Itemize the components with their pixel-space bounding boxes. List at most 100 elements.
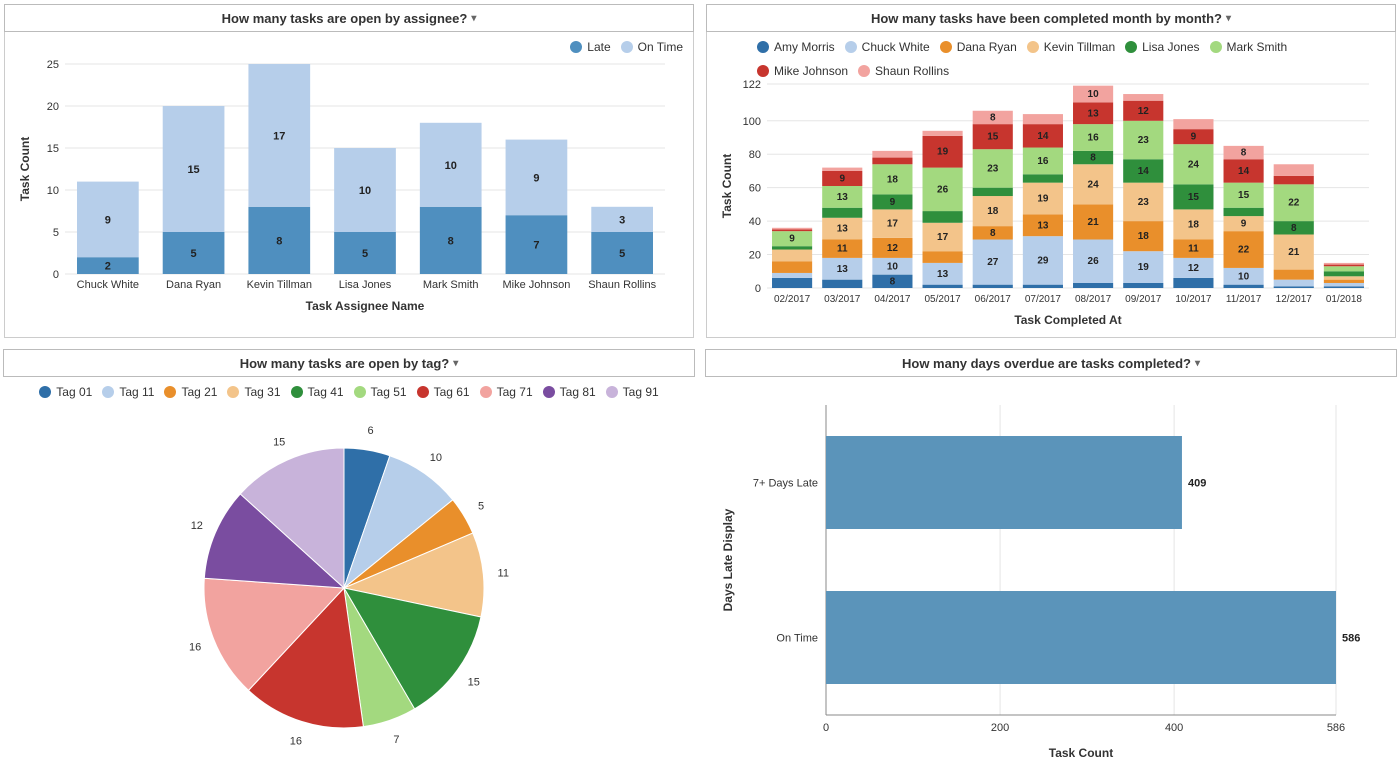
svg-text:8: 8 bbox=[1291, 223, 1297, 234]
svg-text:7+ Days Late: 7+ Days Late bbox=[753, 478, 818, 490]
legend-label: Tag 61 bbox=[434, 385, 470, 399]
svg-text:200: 200 bbox=[991, 722, 1009, 734]
legend-swatch-icon bbox=[1125, 41, 1137, 53]
svg-text:19: 19 bbox=[1138, 262, 1150, 273]
svg-text:13: 13 bbox=[837, 264, 849, 275]
svg-text:8: 8 bbox=[890, 276, 896, 287]
legend-item[interactable]: Amy Morris bbox=[757, 40, 835, 54]
svg-text:11/2017: 11/2017 bbox=[1226, 294, 1262, 305]
svg-text:0: 0 bbox=[53, 269, 59, 281]
legend-item[interactable]: Late bbox=[570, 40, 610, 54]
legend-item[interactable]: Dana Ryan bbox=[940, 40, 1017, 54]
panel-open-by-tag-header[interactable]: How many tasks are open by tag? ▾ bbox=[3, 349, 695, 377]
svg-text:100: 100 bbox=[743, 116, 761, 128]
panel-days-overdue-title: How many days overdue are tasks complete… bbox=[902, 356, 1191, 371]
legend-item[interactable]: Tag 71 bbox=[480, 385, 533, 399]
svg-text:15: 15 bbox=[1238, 190, 1250, 201]
svg-text:5: 5 bbox=[362, 248, 368, 260]
panel-open-by-assignee: How many tasks are open by assignee? ▾ L… bbox=[4, 4, 694, 338]
svg-text:12: 12 bbox=[191, 520, 203, 532]
svg-text:18: 18 bbox=[887, 174, 899, 185]
legend-label: Tag 91 bbox=[623, 385, 659, 399]
svg-text:11: 11 bbox=[837, 244, 848, 255]
legend-item[interactable]: Tag 91 bbox=[606, 385, 659, 399]
svg-text:7: 7 bbox=[533, 240, 539, 252]
svg-text:23: 23 bbox=[1138, 135, 1150, 146]
legend-label: Tag 11 bbox=[119, 385, 154, 399]
legend-item[interactable]: Tag 21 bbox=[164, 385, 217, 399]
svg-text:19: 19 bbox=[1037, 194, 1049, 205]
svg-text:24: 24 bbox=[1188, 159, 1200, 170]
svg-text:09/2017: 09/2017 bbox=[1125, 294, 1162, 305]
legend-item[interactable]: Tag 11 bbox=[102, 385, 154, 399]
legend-label: Chuck White bbox=[862, 40, 930, 54]
svg-text:Lisa Jones: Lisa Jones bbox=[339, 279, 392, 291]
svg-text:12: 12 bbox=[887, 243, 899, 254]
svg-text:Mike Johnson: Mike Johnson bbox=[502, 279, 570, 291]
svg-text:60: 60 bbox=[749, 183, 761, 195]
legend-item[interactable]: Chuck White bbox=[845, 40, 930, 54]
legend-item[interactable]: Tag 01 bbox=[39, 385, 92, 399]
legend-swatch-icon bbox=[543, 386, 555, 398]
legend-swatch-icon bbox=[102, 386, 114, 398]
legend-swatch-icon bbox=[621, 41, 633, 53]
legend-item[interactable]: Shaun Rollins bbox=[858, 64, 949, 78]
panel-open-by-tag: How many tasks are open by tag? ▾ Tag 01… bbox=[4, 350, 694, 774]
legend-swatch-icon bbox=[417, 386, 429, 398]
legend-item[interactable]: Mark Smith bbox=[1210, 40, 1288, 54]
legend-label: Tag 21 bbox=[181, 385, 217, 399]
svg-text:10: 10 bbox=[445, 160, 457, 172]
svg-text:24: 24 bbox=[1088, 179, 1100, 190]
svg-text:16: 16 bbox=[1037, 156, 1049, 167]
svg-text:8: 8 bbox=[448, 235, 454, 247]
svg-text:17: 17 bbox=[887, 219, 899, 230]
legend-item[interactable]: Kevin Tillman bbox=[1027, 40, 1115, 54]
legend-item[interactable]: Tag 61 bbox=[417, 385, 470, 399]
svg-text:14: 14 bbox=[1037, 131, 1049, 142]
panel-open-by-assignee-title: How many tasks are open by assignee? bbox=[222, 11, 468, 26]
svg-text:10: 10 bbox=[887, 261, 899, 272]
panel-days-overdue: How many days overdue are tasks complete… bbox=[706, 350, 1396, 774]
panel-open-by-tag-title: How many tasks are open by tag? bbox=[240, 356, 450, 371]
legend-swatch-icon bbox=[39, 386, 51, 398]
legend-item[interactable]: Tag 81 bbox=[543, 385, 596, 399]
legend-item[interactable]: Lisa Jones bbox=[1125, 40, 1199, 54]
legend-swatch-icon bbox=[606, 386, 618, 398]
legend-swatch-icon bbox=[1027, 41, 1039, 53]
panel-completed-by-month-header[interactable]: How many tasks have been completed month… bbox=[706, 4, 1396, 32]
svg-text:Task Completed At: Task Completed At bbox=[1014, 313, 1121, 327]
legend-item[interactable]: Tag 31 bbox=[227, 385, 280, 399]
legend-label: Tag 81 bbox=[560, 385, 596, 399]
chart-open-by-assignee: 0510152025Task Count29Chuck White515Dana… bbox=[15, 54, 675, 314]
legend-swatch-icon bbox=[757, 41, 769, 53]
svg-text:Chuck White: Chuck White bbox=[77, 279, 139, 291]
legend-item[interactable]: On Time bbox=[621, 40, 683, 54]
svg-text:23: 23 bbox=[1138, 197, 1150, 208]
svg-text:122: 122 bbox=[743, 79, 761, 91]
svg-text:14: 14 bbox=[1238, 166, 1250, 177]
svg-text:9: 9 bbox=[789, 234, 795, 245]
svg-text:18: 18 bbox=[1188, 219, 1200, 230]
legend-label: Kevin Tillman bbox=[1044, 40, 1115, 54]
legend-item[interactable]: Tag 51 bbox=[354, 385, 407, 399]
panel-days-overdue-header[interactable]: How many days overdue are tasks complete… bbox=[705, 349, 1397, 377]
panel-open-by-assignee-header[interactable]: How many tasks are open by assignee? ▾ bbox=[4, 4, 694, 32]
svg-text:10: 10 bbox=[1088, 89, 1100, 100]
svg-text:02/2017: 02/2017 bbox=[774, 294, 811, 305]
svg-text:12: 12 bbox=[1188, 263, 1200, 274]
svg-text:01/2018: 01/2018 bbox=[1326, 294, 1363, 305]
svg-text:15: 15 bbox=[187, 164, 199, 176]
svg-text:10: 10 bbox=[1238, 271, 1250, 282]
svg-text:9: 9 bbox=[1191, 132, 1197, 143]
svg-text:Task Count: Task Count bbox=[1049, 746, 1113, 760]
caret-down-icon: ▾ bbox=[1195, 358, 1200, 369]
svg-text:40: 40 bbox=[749, 216, 761, 228]
svg-text:9: 9 bbox=[1241, 219, 1247, 230]
svg-text:10/2017: 10/2017 bbox=[1175, 294, 1212, 305]
legend-label: Tag 71 bbox=[497, 385, 533, 399]
svg-text:Days Late Display: Days Late Display bbox=[721, 508, 735, 611]
svg-text:10: 10 bbox=[47, 185, 59, 197]
legend-swatch-icon bbox=[845, 41, 857, 53]
legend-item[interactable]: Mike Johnson bbox=[757, 64, 848, 78]
legend-item[interactable]: Tag 41 bbox=[291, 385, 344, 399]
